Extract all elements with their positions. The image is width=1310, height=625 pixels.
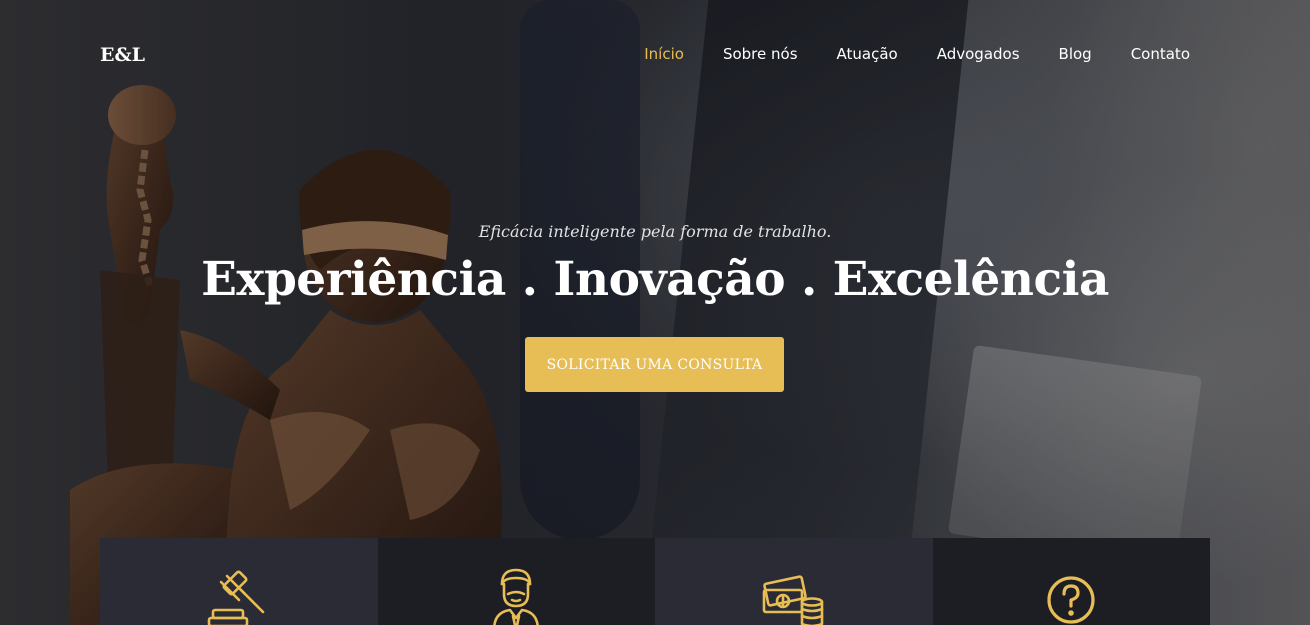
nav-item-advogados[interactable]: Advogados	[937, 45, 1020, 63]
nav-item-contato[interactable]: Contato	[1131, 45, 1190, 63]
feature-card-question[interactable]	[932, 538, 1210, 625]
feature-card-money[interactable]	[655, 538, 933, 625]
feature-card-gavel[interactable]	[100, 538, 378, 625]
nav-item-sobre-nos[interactable]: Sobre nós	[723, 45, 798, 63]
nav-item-atuacao[interactable]: Atuação	[837, 45, 898, 63]
feature-card-lawyer[interactable]	[377, 538, 655, 625]
money-icon	[762, 575, 824, 625]
nav-item-inicio[interactable]: Início	[644, 45, 684, 63]
gavel-icon	[207, 570, 265, 625]
hero-headline: Experiência . Inovação . Excelência	[201, 252, 1109, 307]
brand-logo[interactable]: E&L	[100, 44, 145, 66]
main-menu: Início Sobre nós Atuação Advogados Blog …	[644, 45, 1190, 63]
hero-tagline: Eficácia inteligente pela forma de traba…	[478, 222, 832, 241]
features-strip	[100, 538, 1210, 625]
nav-item-blog[interactable]: Blog	[1059, 45, 1092, 63]
lawyer-icon	[493, 568, 540, 625]
top-navigation: E&L Início Sobre nós Atuação Advogados B…	[0, 0, 1310, 110]
request-consultation-button[interactable]: SOLICITAR UMA CONSULTA	[525, 337, 784, 392]
question-icon	[1047, 576, 1095, 624]
